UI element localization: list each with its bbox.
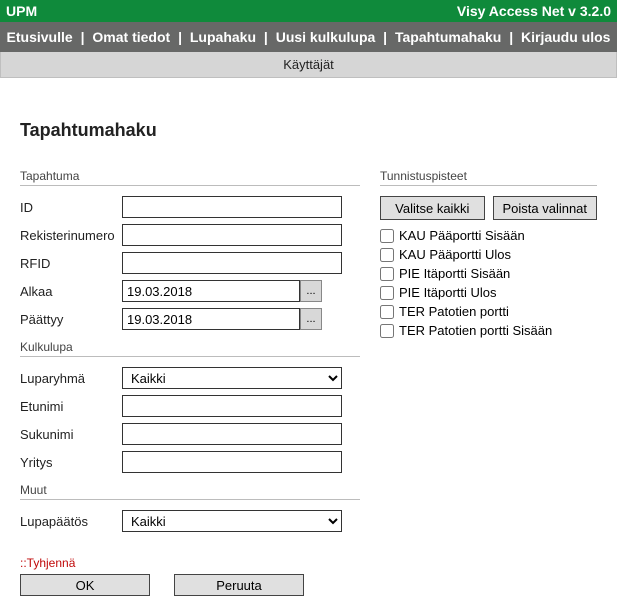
point-checkbox-0[interactable] <box>380 229 394 243</box>
point-row-3: PIE Itäportti Ulos <box>380 285 597 300</box>
label-rfid: RFID <box>20 256 122 271</box>
label-luparyhma: Luparyhmä <box>20 371 122 386</box>
label-id: ID <box>20 200 122 215</box>
field-yritys: Yritys <box>20 451 360 473</box>
field-id: ID <box>20 196 360 218</box>
page-title: Tapahtumahaku <box>20 120 597 141</box>
nav-kirjaudu-ulos[interactable]: Kirjaudu ulos <box>521 29 610 45</box>
field-alkaa: Alkaa ... <box>20 280 360 302</box>
point-checkbox-4[interactable] <box>380 305 394 319</box>
point-checkbox-2[interactable] <box>380 267 394 281</box>
nav-sep: | <box>81 29 85 45</box>
clear-link[interactable]: ::Tyhjennä <box>20 556 75 570</box>
subbar-label: Käyttäjät <box>283 57 334 72</box>
point-label-2: PIE Itäportti Sisään <box>399 266 510 281</box>
label-yritys: Yritys <box>20 455 122 470</box>
label-rekisterinumero: Rekisterinumero <box>20 228 122 243</box>
point-label-5: TER Patotien portti Sisään <box>399 323 552 338</box>
section-kulkulupa: Kulkulupa <box>20 340 360 357</box>
section-tunnistuspisteet: Tunnistuspisteet <box>380 169 597 186</box>
field-etunimi: Etunimi <box>20 395 360 417</box>
point-row-1: KAU Pääportti Ulos <box>380 247 597 262</box>
navbar: Etusivulle | Omat tiedot | Lupahaku | Uu… <box>0 22 617 52</box>
point-label-0: KAU Pääportti Sisään <box>399 228 525 243</box>
field-luparyhma: Luparyhmä Kaikki <box>20 367 360 389</box>
clear-all-button[interactable]: Poista valinnat <box>493 196 598 220</box>
datepicker-paattyy-button[interactable]: ... <box>300 308 322 330</box>
input-alkaa[interactable] <box>122 280 300 302</box>
section-tapahtuma: Tapahtuma <box>20 169 360 186</box>
nav-etusivulle[interactable]: Etusivulle <box>7 29 73 45</box>
field-lupapaatos: Lupapäätös Kaikki <box>20 510 360 532</box>
point-checkbox-5[interactable] <box>380 324 394 338</box>
datepicker-alkaa-button[interactable]: ... <box>300 280 322 302</box>
input-rfid[interactable] <box>122 252 342 274</box>
titlebar: UPM Visy Access Net v 3.2.0 <box>0 0 617 22</box>
input-rekisterinumero[interactable] <box>122 224 342 246</box>
field-rekisterinumero: Rekisterinumero <box>20 224 360 246</box>
nav-sep: | <box>383 29 387 45</box>
label-alkaa: Alkaa <box>20 284 122 299</box>
section-muut: Muut <box>20 483 360 500</box>
point-row-2: PIE Itäportti Sisään <box>380 266 597 281</box>
nav-sep: | <box>264 29 268 45</box>
label-lupapaatos: Lupapäätös <box>20 514 122 529</box>
app-version: Visy Access Net v 3.2.0 <box>457 3 611 19</box>
cancel-button[interactable]: Peruuta <box>174 574 304 596</box>
select-luparyhma[interactable]: Kaikki <box>122 367 342 389</box>
point-checkbox-3[interactable] <box>380 286 394 300</box>
nav-omat-tiedot[interactable]: Omat tiedot <box>92 29 170 45</box>
nav-lupahaku[interactable]: Lupahaku <box>190 29 256 45</box>
nav-uusi-kulkulupa[interactable]: Uusi kulkulupa <box>276 29 376 45</box>
field-paattyy: Päättyy ... <box>20 308 360 330</box>
subbar: Käyttäjät <box>0 52 617 78</box>
point-label-4: TER Patotien portti <box>399 304 509 319</box>
ok-button[interactable]: OK <box>20 574 150 596</box>
nav-tapahtumahaku[interactable]: Tapahtumahaku <box>395 29 501 45</box>
point-row-4: TER Patotien portti <box>380 304 597 319</box>
nav-sep: | <box>509 29 513 45</box>
point-row-5: TER Patotien portti Sisään <box>380 323 597 338</box>
field-rfid: RFID <box>20 252 360 274</box>
select-all-button[interactable]: Valitse kaikki <box>380 196 485 220</box>
label-paattyy: Päättyy <box>20 312 122 327</box>
point-checkbox-1[interactable] <box>380 248 394 262</box>
input-etunimi[interactable] <box>122 395 342 417</box>
point-label-3: PIE Itäportti Ulos <box>399 285 497 300</box>
nav-sep: | <box>178 29 182 45</box>
field-sukunimi: Sukunimi <box>20 423 360 445</box>
input-yritys[interactable] <box>122 451 342 473</box>
label-sukunimi: Sukunimi <box>20 427 122 442</box>
input-id[interactable] <box>122 196 342 218</box>
label-etunimi: Etunimi <box>20 399 122 414</box>
select-lupapaatos[interactable]: Kaikki <box>122 510 342 532</box>
point-row-0: KAU Pääportti Sisään <box>380 228 597 243</box>
content: Tapahtumahaku Tapahtuma ID Rekisterinume… <box>0 78 617 616</box>
input-sukunimi[interactable] <box>122 423 342 445</box>
app-name: UPM <box>6 3 37 19</box>
input-paattyy[interactable] <box>122 308 300 330</box>
point-label-1: KAU Pääportti Ulos <box>399 247 511 262</box>
